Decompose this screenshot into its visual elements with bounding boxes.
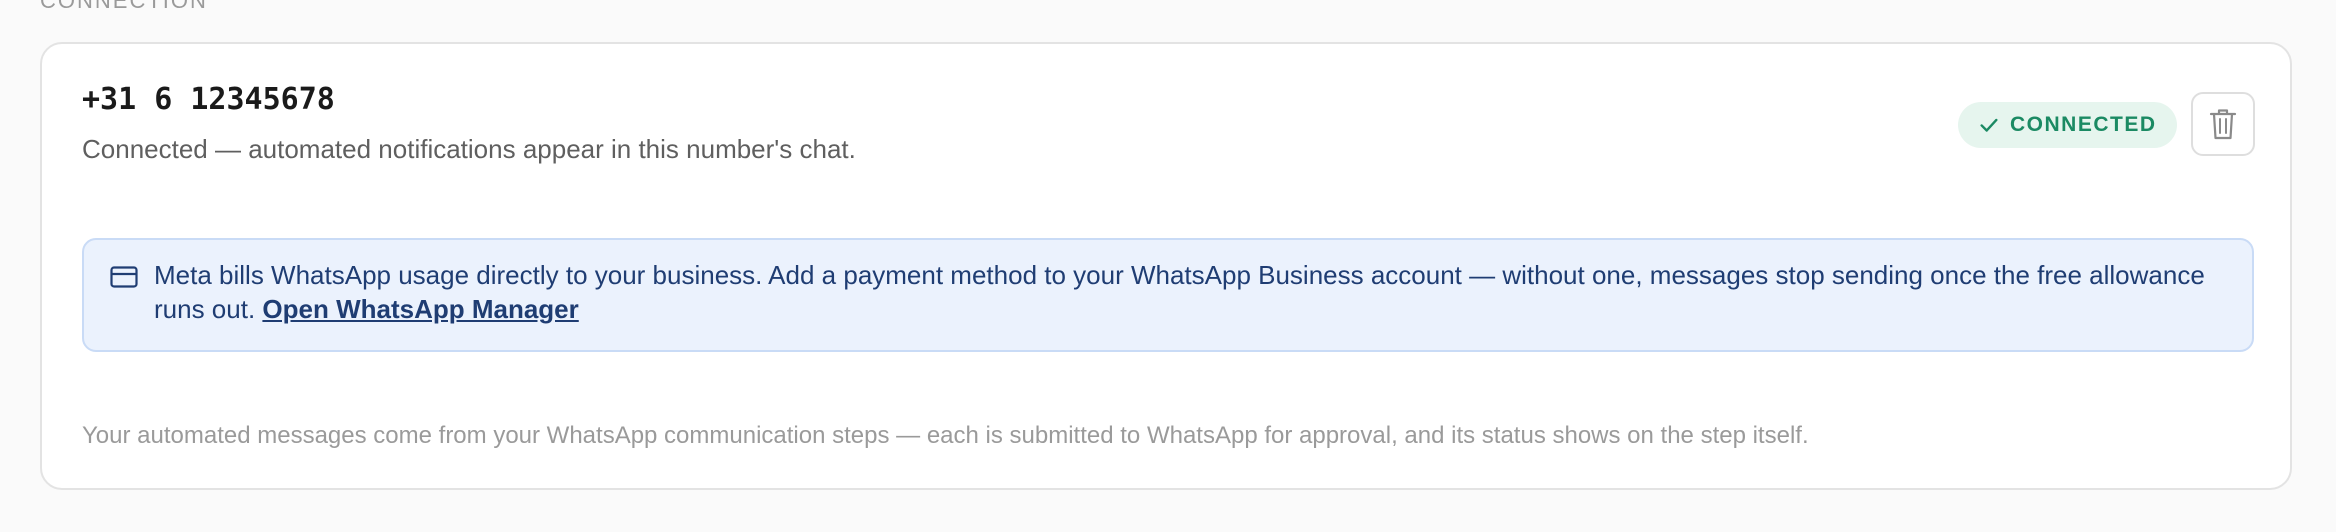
connection-status-text: Connected — automated notifications appe… bbox=[82, 134, 856, 164]
footer-note: Your automated messages come from your W… bbox=[82, 422, 1809, 449]
open-whatsapp-manager-link[interactable]: Open WhatsApp Manager bbox=[262, 294, 578, 324]
billing-notice: Meta bills WhatsApp usage directly to yo… bbox=[82, 238, 2254, 352]
billing-notice-text: Meta bills WhatsApp usage directly to yo… bbox=[154, 258, 2234, 326]
delete-connection-button[interactable] bbox=[2191, 92, 2255, 156]
check-icon bbox=[1980, 118, 1998, 132]
status-badge: CONNECTED bbox=[1958, 102, 2177, 148]
trash-icon bbox=[2209, 109, 2237, 140]
phone-number: +31 6 12345678 bbox=[82, 82, 335, 117]
section-label: CONNECTION bbox=[40, 0, 208, 13]
credit-card-icon bbox=[110, 266, 138, 288]
connection-card: +31 6 12345678 Connected — automated not… bbox=[40, 42, 2292, 490]
status-badge-label: CONNECTED bbox=[2010, 113, 2157, 136]
